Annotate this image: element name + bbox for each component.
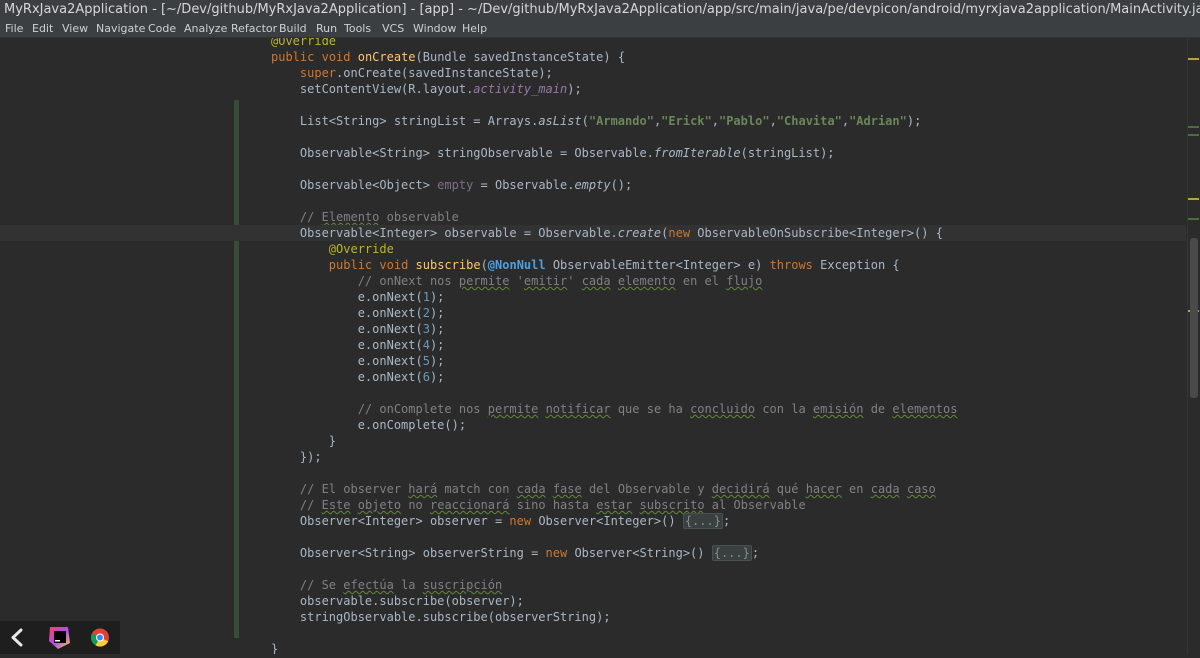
code-line[interactable] — [0, 385, 1186, 401]
code-line-text: e.onNext(1); — [271, 290, 445, 304]
code-line[interactable] — [0, 161, 1186, 177]
menu-bar: File Edit View Navigate Code Analyze Ref… — [0, 20, 1200, 38]
window-title: MyRxJava2Application - [~/Dev/github/MyR… — [4, 2, 1200, 17]
code-line-text: e.onNext(3); — [271, 322, 445, 336]
warning-mark[interactable] — [1188, 58, 1199, 60]
code-line-text: } — [271, 434, 337, 448]
code-line[interactable] — [0, 529, 1186, 545]
code-line-text: e.onNext(4); — [271, 338, 445, 352]
code-line-text: e.onNext(6); — [271, 370, 445, 384]
menu-navigate[interactable]: Navigate — [96, 20, 145, 37]
code-line-text: Observable<Integer> observable = Observa… — [271, 226, 943, 240]
code-line[interactable]: stringObservable.subscribe(observerStrin… — [0, 609, 1186, 625]
code-line-text: // onNext nos permite 'emitir' cada elem… — [357, 274, 763, 288]
code-line[interactable] — [0, 129, 1186, 145]
code-line[interactable]: Observer<Integer> observer = new Observe… — [0, 513, 1186, 529]
menu-window[interactable]: Window — [413, 20, 456, 37]
code-line[interactable]: Observable<String> stringObservable = Ob… — [0, 145, 1186, 161]
menu-tools[interactable]: Tools — [344, 20, 371, 37]
menu-view[interactable]: View — [62, 20, 88, 37]
change-mark[interactable] — [1188, 218, 1199, 220]
code-line[interactable]: List<String> stringList = Arrays.asList(… — [0, 113, 1186, 129]
menu-edit[interactable]: Edit — [32, 20, 53, 37]
change-mark[interactable] — [1188, 134, 1199, 136]
code-line[interactable]: e.onNext(2); — [0, 305, 1186, 321]
code-line[interactable]: Observable<Object> empty = Observable.em… — [0, 177, 1186, 193]
code-line-text: observable.subscribe(observer); — [271, 594, 524, 608]
code-line[interactable]: @Override — [0, 38, 1186, 49]
menu-refactor[interactable]: Refactor — [231, 20, 277, 37]
code-line[interactable]: public void subscribe(@NonNull Observabl… — [0, 257, 1186, 273]
code-line[interactable]: observable.subscribe(observer); — [0, 593, 1186, 609]
code-line-text: // El observer hará match con cada fase … — [299, 482, 936, 496]
code-line[interactable]: e.onNext(4); — [0, 337, 1186, 353]
code-line[interactable] — [0, 625, 1186, 641]
code-line[interactable]: e.onNext(5); — [0, 353, 1186, 369]
code-line-text: // Este objeto no reaccionará sino hasta… — [299, 498, 806, 512]
change-mark[interactable] — [1188, 126, 1199, 128]
code-editor[interactable]: @Override public void onCreate(Bundle sav… — [0, 38, 1200, 654]
code-line[interactable] — [0, 97, 1186, 113]
code-line-text: }); — [271, 450, 322, 464]
menu-analyze[interactable]: Analyze — [184, 20, 227, 37]
code-line[interactable]: Observable<Integer> observable = Observa… — [0, 225, 1186, 241]
code-lines[interactable]: @Override public void onCreate(Bundle sav… — [0, 38, 1186, 654]
code-line[interactable] — [0, 465, 1186, 481]
code-line[interactable]: @Override — [0, 241, 1186, 257]
code-line[interactable] — [0, 561, 1186, 577]
code-line[interactable]: // Elemento observable — [0, 209, 1186, 225]
menu-code[interactable]: Code — [148, 20, 176, 37]
menu-run[interactable]: Run — [316, 20, 337, 37]
code-line-text: setContentView(R.layout.activity_main); — [271, 82, 582, 96]
code-line-text: Observer<Integer> observer = new Observe… — [271, 513, 731, 529]
code-line-text: e.onNext(2); — [271, 306, 445, 320]
scrollbar-thumb[interactable] — [1190, 238, 1198, 398]
code-line[interactable]: // onComplete nos permite notificar que … — [0, 401, 1186, 417]
code-line[interactable]: public void onCreate(Bundle savedInstanc… — [0, 49, 1186, 65]
code-line[interactable]: // El observer hará match con cada fase … — [0, 481, 1186, 497]
code-line[interactable] — [0, 193, 1186, 209]
code-line[interactable]: e.onNext(1); — [0, 289, 1186, 305]
code-line-text: Observable<String> stringObservable = Ob… — [271, 146, 835, 160]
code-line[interactable]: } — [0, 433, 1186, 449]
code-line[interactable]: // Se efectúa la suscripción — [0, 577, 1186, 593]
code-line[interactable]: setContentView(R.layout.activity_main); — [0, 81, 1186, 97]
code-line[interactable]: // Este objeto no reaccionará sino hasta… — [0, 497, 1186, 513]
code-line-text: } — [271, 642, 279, 654]
code-line[interactable]: e.onComplete(); — [0, 417, 1186, 433]
back-arrow-icon[interactable] — [0, 621, 36, 654]
code-line[interactable]: }); — [0, 449, 1186, 465]
code-line-text: public void onCreate(Bundle savedInstanc… — [271, 50, 626, 64]
intellij-app-icon[interactable] — [42, 621, 78, 654]
menu-help[interactable]: Help — [462, 20, 487, 37]
code-line-text: super.onCreate(savedInstanceState); — [299, 66, 553, 80]
menu-build[interactable]: Build — [279, 20, 307, 37]
menu-vcs[interactable]: VCS — [382, 20, 404, 37]
taskbar — [0, 621, 120, 654]
chrome-browser-icon[interactable] — [82, 621, 118, 654]
code-line[interactable]: super.onCreate(savedInstanceState); — [0, 65, 1186, 81]
code-line-text: // Se efectúa la suscripción — [299, 578, 503, 592]
code-line-text: Observer<String> observerString = new Ob… — [271, 545, 760, 561]
code-line-text: @Override — [328, 242, 394, 256]
code-line-text: e.onNext(5); — [271, 354, 445, 368]
code-line-text: Observable<Object> empty = Observable.em… — [271, 178, 633, 192]
code-line[interactable]: // onNext nos permite 'emitir' cada elem… — [0, 273, 1186, 289]
code-line[interactable]: Observer<String> observerString = new Ob… — [0, 545, 1186, 561]
menu-file[interactable]: File — [5, 20, 23, 37]
code-line-text: public void subscribe(@NonNull Observabl… — [328, 258, 900, 272]
code-line-text: @Override — [271, 38, 337, 48]
code-line-text: // Elemento observable — [299, 210, 459, 224]
code-line[interactable]: e.onNext(3); — [0, 321, 1186, 337]
code-line[interactable]: e.onNext(6); — [0, 369, 1186, 385]
code-line-text: stringObservable.subscribe(observerStrin… — [271, 610, 611, 624]
warning-mark[interactable] — [1188, 198, 1199, 200]
code-line-text: List<String> stringList = Arrays.asList(… — [271, 114, 922, 128]
window-title-bar: MyRxJava2Application - [~/Dev/github/MyR… — [0, 0, 1200, 20]
code-line[interactable]: } — [0, 641, 1186, 654]
code-line-text: // onComplete nos permite notificar que … — [357, 402, 958, 416]
code-line-text: e.onComplete(); — [271, 418, 467, 432]
